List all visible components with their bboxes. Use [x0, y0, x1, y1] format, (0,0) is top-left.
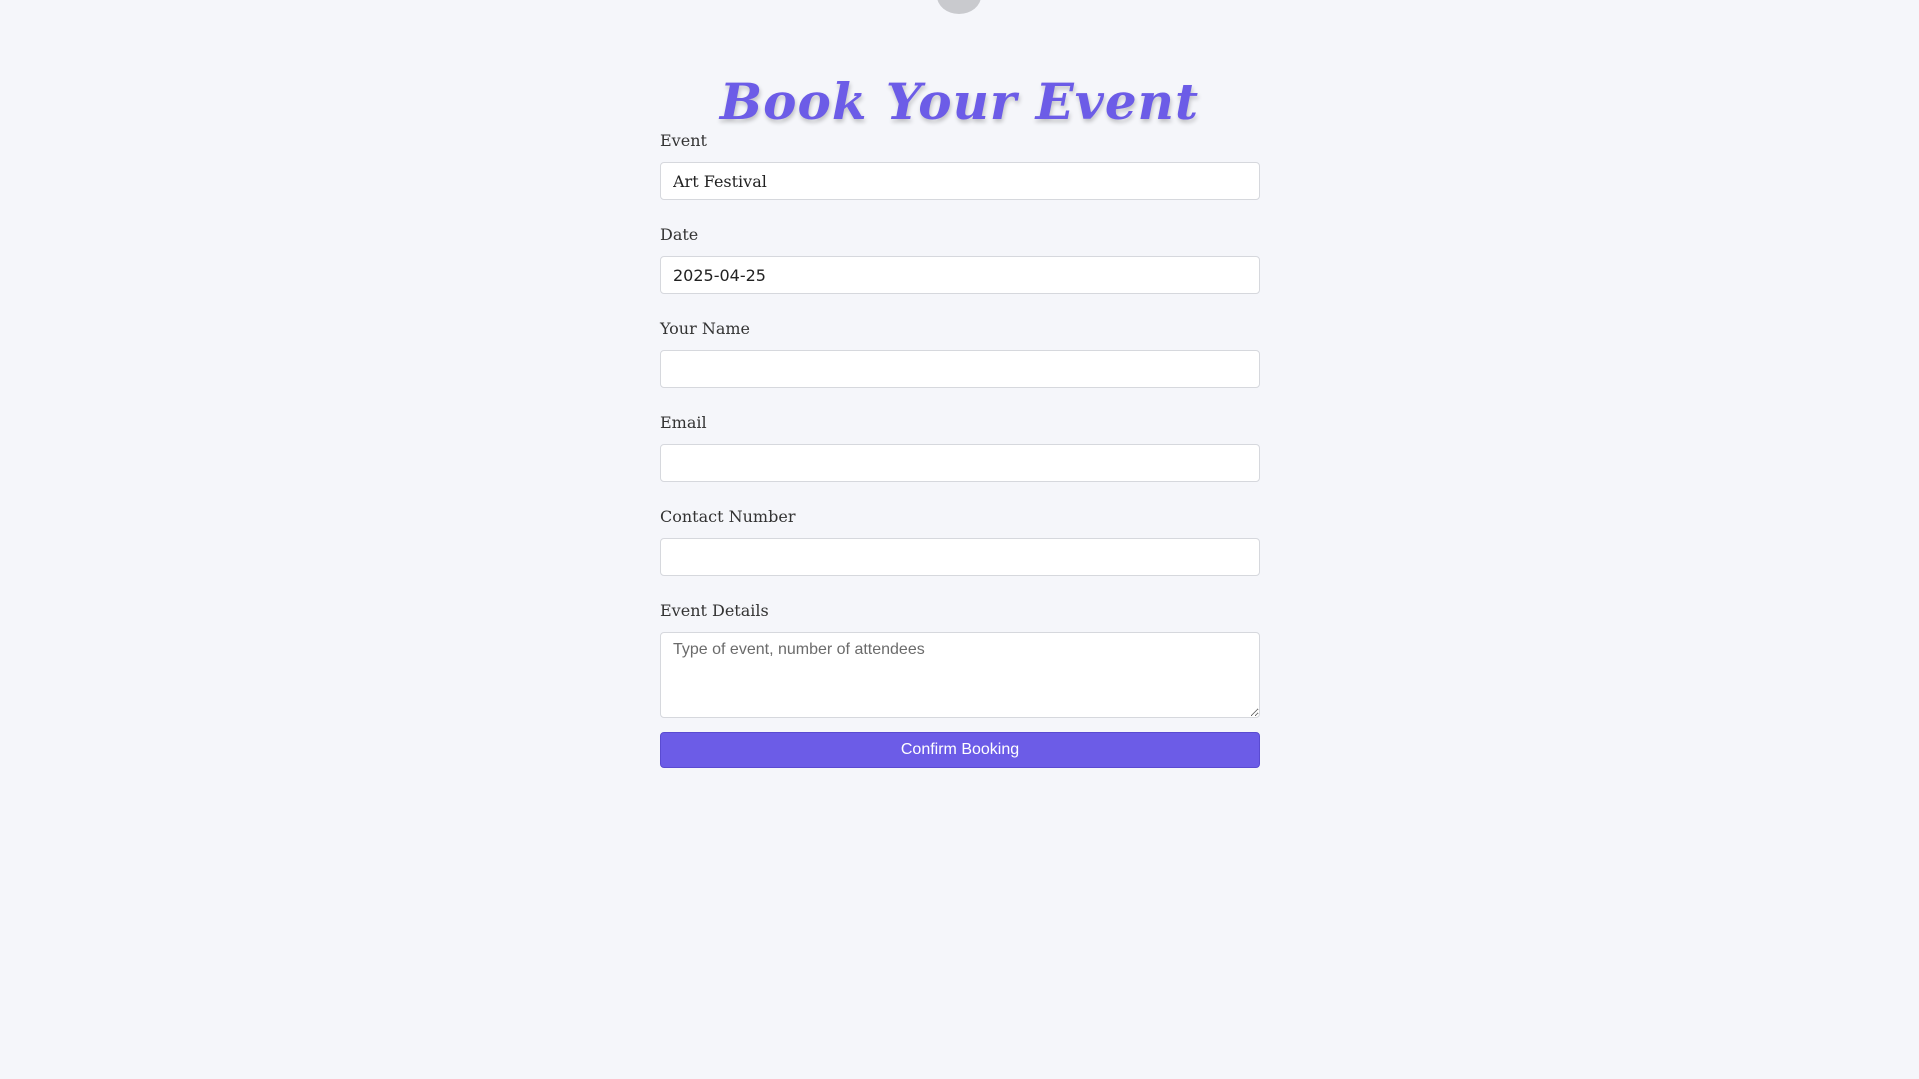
confirm-booking-button[interactable]: Confirm Booking — [660, 732, 1260, 768]
email-field-group: Email — [660, 412, 1260, 506]
name-field-group: Your Name — [660, 318, 1260, 412]
booking-form: Event Date Your Name Email Contact Numbe… — [660, 130, 1260, 768]
date-input[interactable] — [660, 256, 1260, 294]
page-title: Book Your Event — [719, 71, 1200, 131]
event-details-textarea[interactable] — [660, 632, 1260, 718]
details-field-group: Event Details — [660, 600, 1260, 718]
email-input[interactable] — [660, 444, 1260, 482]
name-label: Your Name — [660, 319, 751, 338]
date-field-group: Date — [660, 224, 1260, 318]
contact-number-input[interactable] — [660, 538, 1260, 576]
event-label: Event — [660, 131, 707, 150]
event-input[interactable] — [660, 162, 1260, 200]
event-details-label: Event Details — [660, 601, 769, 620]
email-label: Email — [660, 413, 707, 432]
avatar — [937, 0, 981, 14]
contact-field-group: Contact Number — [660, 506, 1260, 600]
event-field-group: Event — [660, 130, 1260, 224]
contact-number-label: Contact Number — [660, 507, 796, 526]
date-label: Date — [660, 225, 699, 244]
name-input[interactable] — [660, 350, 1260, 388]
